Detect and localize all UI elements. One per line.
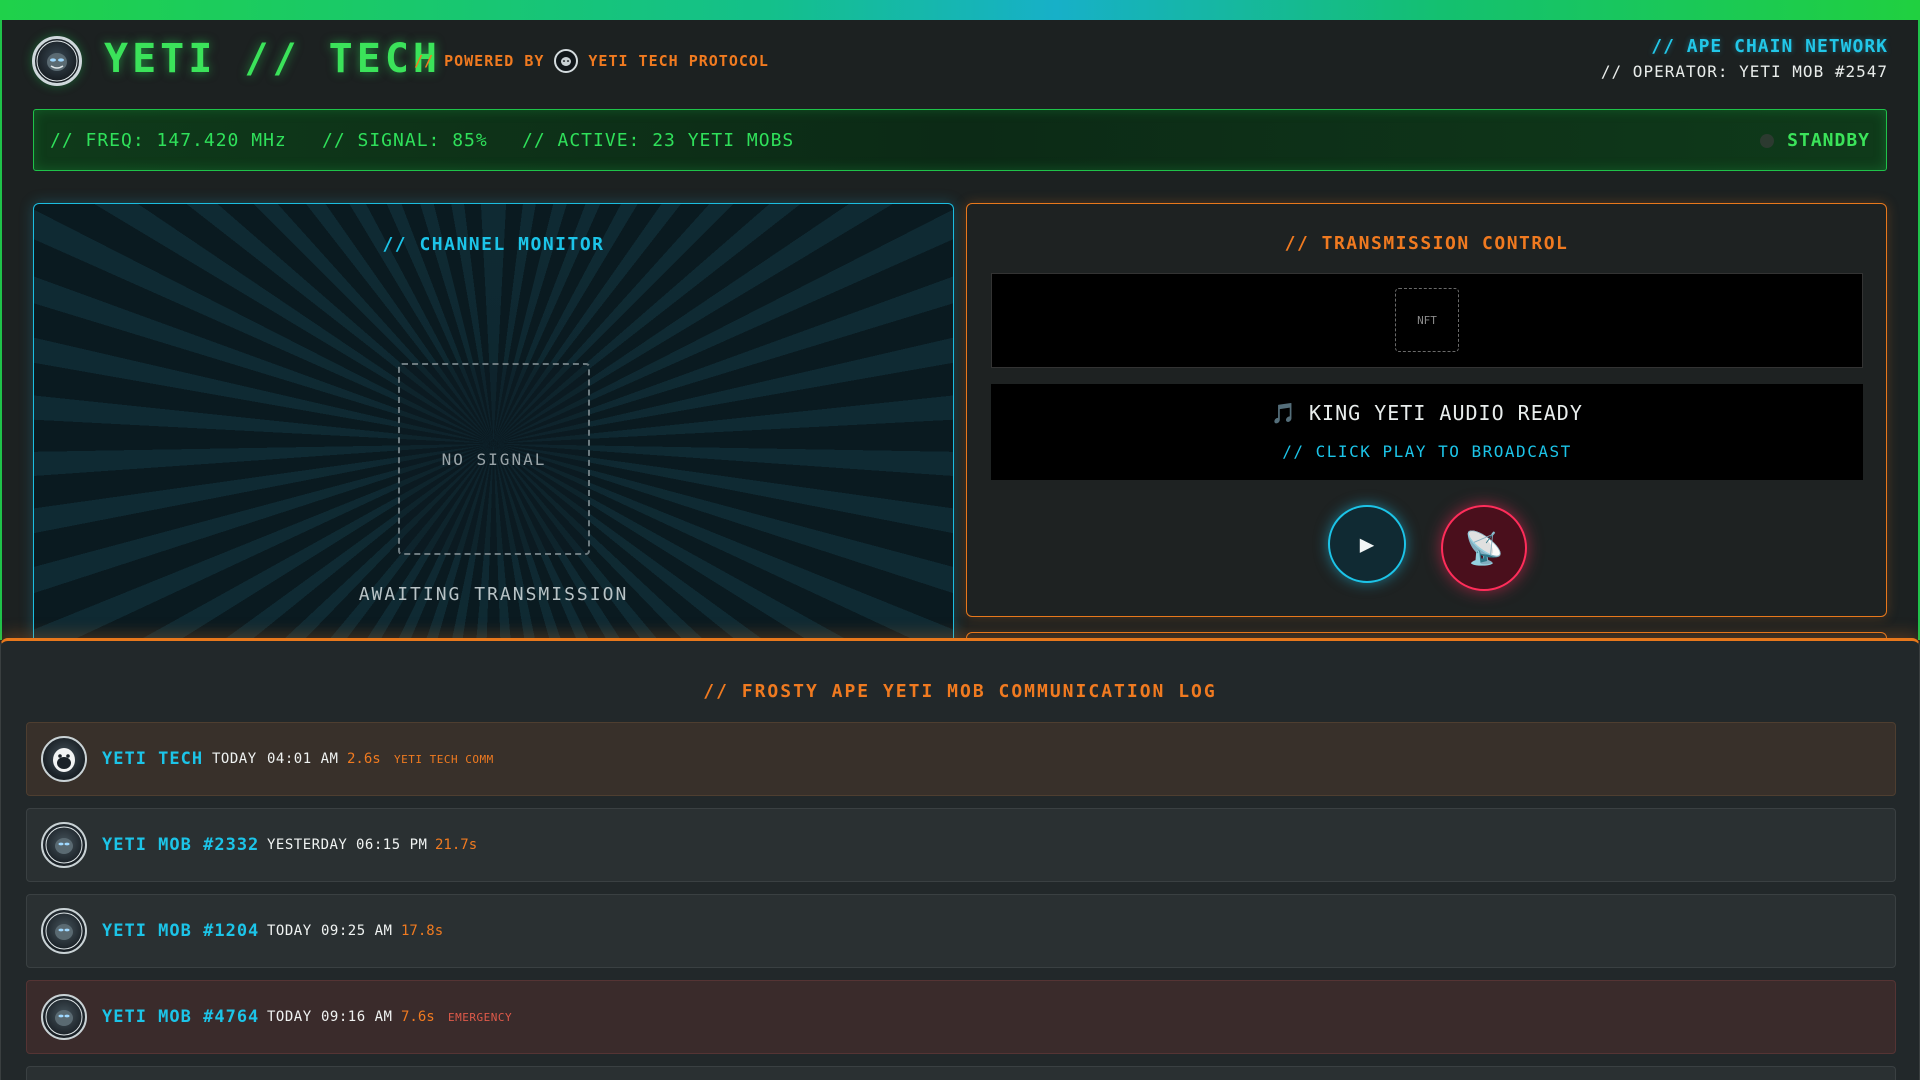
music-note-icon: 🎵 (1271, 401, 1298, 425)
log-entry-name: YETI MOB #2332 (102, 835, 260, 855)
protocol-logo-icon (554, 49, 579, 73)
log-entry-tag: EMERGENCY (448, 1011, 513, 1024)
yeti-tech-avatar-icon (41, 736, 87, 782)
log-entry[interactable]: YETI TECH TODAY 04:01 AM 2.6s YETI TECH … (26, 722, 1896, 796)
status-indicator-icon (1760, 134, 1774, 148)
status-bar: // FREQ: 147.420 MHz // SIGNAL: 85% // A… (33, 109, 1887, 171)
log-entry-time: 06:15 PM (356, 837, 428, 853)
audio-instruction: // CLICK PLAY TO BROADCAST (1282, 442, 1572, 461)
channel-monitor-panel: // CHANNEL MONITOR NO SIGNAL AWAITING TR… (33, 203, 954, 640)
network-label: // APE CHAIN NETWORK (1651, 36, 1888, 57)
yeti-logo-icon (32, 36, 82, 86)
protocol-name: YETI TECH PROTOCOL (588, 52, 769, 70)
log-entry[interactable] (26, 1066, 1896, 1080)
top-accent-bar (0, 0, 1920, 20)
log-entry-name: YETI MOB #4764 (102, 1007, 260, 1027)
communication-log-panel: // FROSTY APE YETI MOB COMMUNICATION LOG… (0, 638, 1920, 1080)
log-entry[interactable]: YETI MOB #4764 TODAY 09:16 AM 7.6s EMERG… (26, 980, 1896, 1054)
status-state: STANDBY (1787, 130, 1870, 151)
log-entry-duration: 2.6s (347, 751, 381, 767)
log-entry-time: 09:25 AM (321, 923, 393, 939)
app-title: YETI // TECH (104, 36, 441, 82)
operator-label: // OPERATOR: YETI MOB #2547 (1600, 62, 1888, 81)
yeti-mob-avatar-icon (41, 908, 87, 954)
nft-placeholder-label: NFT (1417, 313, 1437, 327)
broadcast-button[interactable]: 📡 (1441, 505, 1527, 591)
signal-readout: // SIGNAL: 85% (322, 130, 488, 151)
nft-display: NFT (991, 273, 1863, 368)
log-entry-time: 09:16 AM (321, 1009, 393, 1025)
play-button[interactable]: ▶ (1328, 505, 1406, 583)
log-entry-tag: YETI TECH COMM (394, 753, 494, 766)
log-entry-duration: 21.7s (435, 837, 478, 853)
powered-by-label: // POWERED BY (414, 52, 545, 70)
communication-log-title: // FROSTY APE YETI MOB COMMUNICATION LOG (703, 681, 1217, 702)
log-entry-duration: 7.6s (401, 1009, 435, 1025)
log-entry-day: TODAY (212, 751, 257, 767)
audio-title-row: 🎵 KING YETI AUDIO READY (991, 401, 1863, 425)
frequency-readout: // FREQ: 147.420 MHz (50, 130, 287, 151)
audio-status-box: 🎵 KING YETI AUDIO READY // CLICK PLAY TO… (991, 384, 1863, 480)
log-entry[interactable]: YETI MOB #1204 TODAY 09:25 AM 17.8s (26, 894, 1896, 968)
log-entry-time: 04:01 AM (267, 751, 339, 767)
no-signal-placeholder: NO SIGNAL (398, 363, 590, 555)
log-entry-day: TODAY (267, 923, 312, 939)
active-readout: // ACTIVE: 23 YETI MOBS (522, 130, 795, 151)
log-entry-name: YETI MOB #1204 (102, 921, 260, 941)
log-entry-duration: 17.8s (401, 923, 444, 939)
yeti-mob-avatar-icon (41, 994, 87, 1040)
log-entry[interactable]: YETI MOB #2332 YESTERDAY 06:15 PM 21.7s (26, 808, 1896, 882)
audio-title: KING YETI AUDIO READY (1309, 401, 1583, 425)
play-icon: ▶ (1359, 530, 1375, 558)
log-entry-day: YESTERDAY (267, 837, 348, 853)
log-entry-name: YETI TECH (102, 749, 204, 769)
log-entry-day: TODAY (267, 1009, 312, 1025)
transmission-control-panel: // TRANSMISSION CONTROL NFT 🎵 KING YETI … (966, 203, 1887, 617)
channel-monitor-title: // CHANNEL MONITOR (382, 234, 605, 255)
satellite-dish-icon: 📡 (1464, 529, 1504, 567)
no-signal-label: NO SIGNAL (441, 449, 547, 469)
transmission-control-title: // TRANSMISSION CONTROL (1284, 233, 1569, 254)
awaiting-transmission-label: AWAITING TRANSMISSION (358, 584, 629, 605)
nft-placeholder[interactable]: NFT (1395, 288, 1459, 352)
yeti-mob-avatar-icon (41, 822, 87, 868)
powered-by: // POWERED BY YETI TECH PROTOCOL (414, 49, 769, 73)
